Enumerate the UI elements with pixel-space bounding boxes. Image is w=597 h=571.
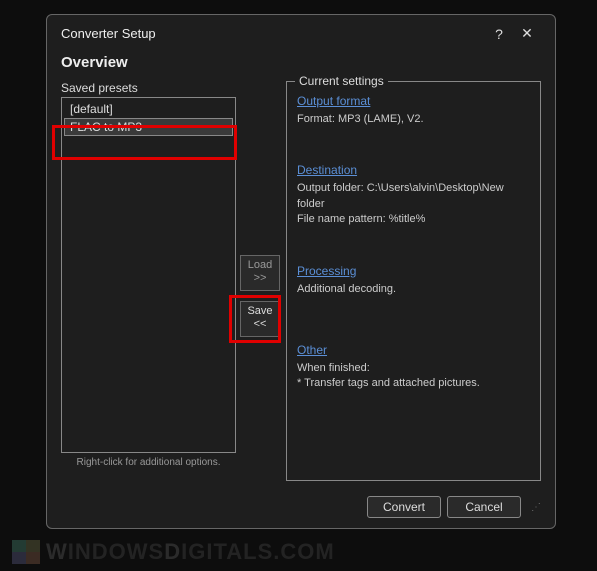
current-settings-panel: Current settings Output format Format: M… [286,81,541,481]
dialog-title: Converter Setup [61,26,485,41]
destination-folder-text: Output folder: C:\Users\alvin\Desktop\Ne… [297,181,530,212]
processing-section: Processing Additional decoding. [297,264,530,297]
converter-setup-dialog: Converter Setup ? ✕ Overview Saved prese… [46,14,556,529]
presets-label: Saved presets [61,81,236,95]
titlebar: Converter Setup ? ✕ [47,15,555,48]
output-format-section: Output format Format: MP3 (LAME), V2. [297,94,530,127]
load-button[interactable]: Load >> [240,255,280,291]
dialog-footer: Convert Cancel ⋰ [367,496,541,518]
preset-item-flac-to-mp3[interactable]: FLAC to MP3 [64,118,233,136]
other-line2-text: * Transfer tags and attached pictures. [297,376,530,391]
dialog-content: Saved presets [default] FLAC to MP3 Righ… [47,81,555,481]
load-button-label: Load [248,259,272,271]
resize-grip-icon[interactable]: ⋰ [531,502,541,513]
output-format-text: Format: MP3 (LAME), V2. [297,112,530,127]
presets-list[interactable]: [default] FLAC to MP3 [61,97,236,453]
destination-pattern-text: File name pattern: %title% [297,212,530,227]
processing-link[interactable]: Processing [297,264,356,278]
help-icon[interactable]: ? [485,26,513,42]
watermark-text: WINDOWSDIGITALS.COM [46,539,335,565]
presets-panel: Saved presets [default] FLAC to MP3 Righ… [61,81,236,481]
watermark: WINDOWSDIGITALS.COM [12,539,335,565]
destination-section: Destination Output folder: C:\Users\alvi… [297,163,530,227]
other-section: Other When finished: * Transfer tags and… [297,343,530,392]
presets-hint: Right-click for additional options. [61,457,236,468]
save-button-label: Save [247,305,272,317]
preset-item-default[interactable]: [default] [64,100,233,118]
output-format-link[interactable]: Output format [297,94,370,108]
destination-link[interactable]: Destination [297,163,357,177]
load-button-arrows: >> [254,272,267,284]
processing-text: Additional decoding. [297,282,530,297]
cancel-button[interactable]: Cancel [447,496,521,518]
other-line1-text: When finished: [297,361,530,376]
save-button-arrows: << [254,318,267,330]
convert-button[interactable]: Convert [367,496,441,518]
preset-transfer-buttons: Load >> Save << [236,81,284,481]
watermark-logo-icon [12,540,40,564]
close-icon[interactable]: ✕ [513,25,541,42]
other-link[interactable]: Other [297,343,327,357]
save-button[interactable]: Save << [240,301,280,337]
current-settings-label: Current settings [295,74,388,88]
